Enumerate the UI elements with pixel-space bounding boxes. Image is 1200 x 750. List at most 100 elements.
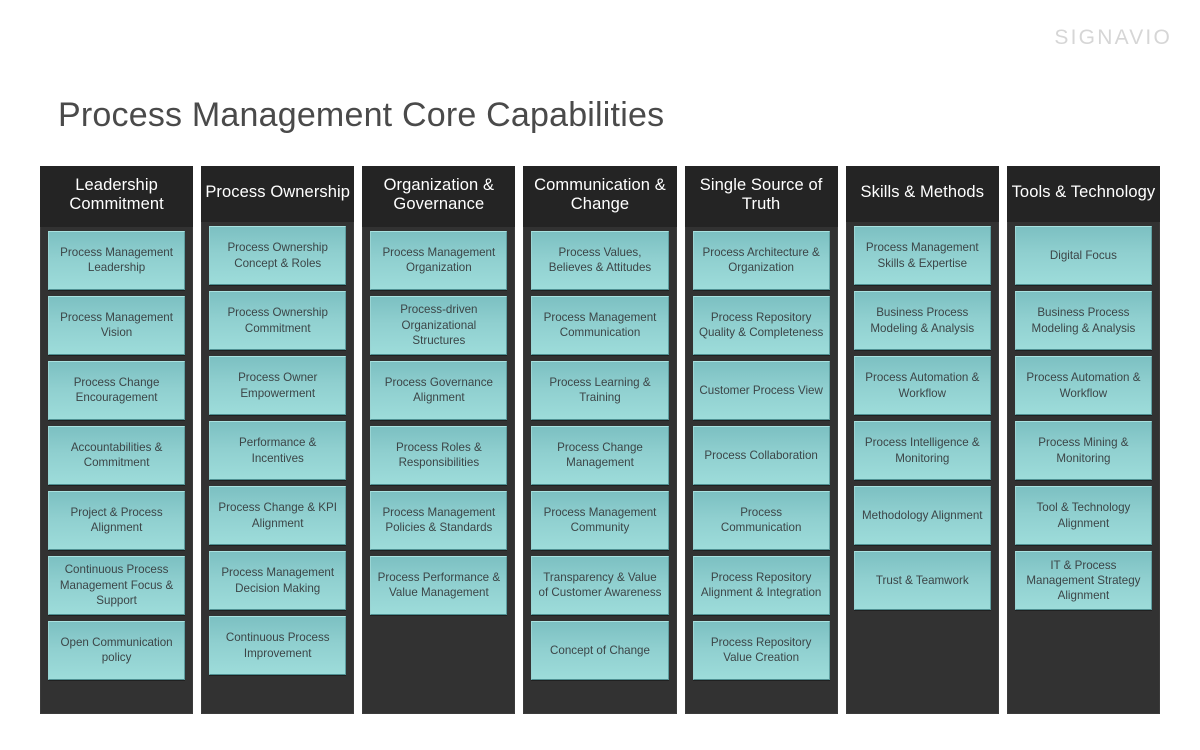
capability-column-body: Process Management Skills & Expertise Bus… [846,222,999,714]
capability-tile[interactable]: Business Process Modeling & Analysis [853,291,991,350]
capability-tile[interactable]: Accountabilities & Commitment [48,425,186,485]
capability-tile-label: Process Architecture & Organization [702,246,820,275]
capability-tile-label: Trust & Teamwork [875,573,969,587]
capability-tile[interactable]: Process Management Skills & Expertise [853,226,991,285]
capability-tile[interactable]: Continuous Process Improvement [209,616,347,675]
capability-tile-label: Tool & Technology Alignment [1036,501,1131,530]
capability-tile[interactable]: Performance & Incentives [209,421,347,480]
capability-tile-label: Project & Process Alignment [70,506,163,535]
capability-tile-label: Digital Focus [1049,248,1117,262]
capability-tile-label: Process-driven Organizational Structures [400,303,478,348]
capability-tile[interactable]: Process Ownership Commitment [209,291,347,350]
capability-column: Leadership Commitment Process Management … [40,166,194,714]
capability-tile[interactable]: Continuous Process Management Focus & Su… [48,555,186,615]
capability-tile-label: Open Communication policy [60,636,173,665]
capability-tile-label: Continuous Process Management Focus & Su… [59,563,174,608]
capability-tile-label: Process Automation & Workflow [865,371,980,400]
capability-tile-label: Process Management Decision Making [221,566,335,595]
capability-tile-label: Concept of Change [550,643,650,657]
capability-tile[interactable]: Process Management Community [531,490,669,550]
capability-tile[interactable]: Process Owner Empowerment [209,356,347,415]
capability-tile-label: Process Collaboration [704,448,818,462]
capability-tile[interactable]: Process Repository Value Creation [692,620,830,680]
capability-tile[interactable]: Process-driven Organizational Structures [370,295,508,355]
capability-tile[interactable]: Process Repository Alignment & Integrati… [692,555,830,615]
capability-tile-label: Process Ownership Commitment [227,306,328,335]
capability-tile-label: Process Change Management [557,441,643,470]
capability-tile-label: Process Management Policies & Standards [382,506,496,535]
capability-column-header: Tools & Technology [1006,166,1160,222]
capability-tile-label: Process Management Skills & Expertise [865,241,979,270]
capability-tile[interactable]: Process Repository Quality & Completenes… [692,295,830,355]
capability-tile[interactable]: Process Communication [692,490,830,550]
capability-tile-label: Performance & Incentives [239,436,317,465]
capability-tile-label: Process Communication [720,506,802,535]
capability-tile[interactable]: Process Change & KPI Alignment [209,486,347,545]
capability-tile[interactable]: Project & Process Alignment [48,490,186,550]
capability-tile[interactable]: Process Intelligence & Monitoring [853,421,991,480]
capability-column-header: Leadership Commitment [40,166,194,227]
capability-column-body: Digital Focus Business Process Modeling &… [1007,222,1160,714]
capability-tile[interactable]: Digital Focus [1014,226,1152,285]
capability-tile[interactable]: Process Management Leadership [48,230,186,290]
capability-tile[interactable]: Process Mining & Monitoring [1014,421,1152,480]
capability-tile[interactable]: Business Process Modeling & Analysis [1014,291,1152,350]
capability-column-header: Organization & Governance [362,166,516,227]
capability-column-header: Single Source of Truth [684,166,838,227]
capability-tile-label: Continuous Process Improvement [225,631,330,660]
capability-tile[interactable]: Process Management Communication [531,295,669,355]
capability-tile[interactable]: Process Learning & Training [531,360,669,420]
capability-tile-label: Process Change Encouragement [73,376,160,405]
capability-tile-label: Process Ownership Concept & Roles [227,241,328,270]
capability-tile[interactable]: Process Change Management [531,425,669,485]
capability-column: Communication & Change Process Values, Be… [523,166,677,714]
capability-tile-label: Business Process Modeling & Analysis [870,306,975,335]
capability-tile-label: Business Process Modeling & Analysis [1031,306,1136,335]
capability-tile-label: Process Learning & Training [549,376,651,405]
capability-tile[interactable]: Process Management Organization [370,230,508,290]
capability-tile-label: Process Automation & Workflow [1026,371,1141,400]
capability-tile[interactable]: Process Management Decision Making [209,551,347,610]
capability-tile-label: Process Management Vision [60,311,173,340]
capability-tile[interactable]: Process Performance & Value Management [370,555,508,615]
capability-tile-label: Methodology Alignment [862,508,983,522]
capability-tile-label: Process Intelligence & Monitoring [864,436,980,465]
capability-tile[interactable]: Customer Process View [692,360,830,420]
capability-tile[interactable]: Process Ownership Concept & Roles [209,226,347,285]
capability-tile[interactable]: Process Management Policies & Standards [370,490,508,550]
capability-tile[interactable]: Process Automation & Workflow [853,356,991,415]
capability-column-body: Process Management Organization Process-d… [362,227,515,714]
page-title: Process Management Core Capabilities [58,96,665,134]
capability-tile[interactable]: Methodology Alignment [853,486,991,545]
capabilities-matrix: Leadership Commitment Process Management … [40,166,1160,714]
capability-tile-label: Process Management Communication [543,311,657,340]
capability-tile[interactable]: Process Management Vision [48,295,186,355]
capability-column-body: Process Architecture & Organization Proce… [685,227,838,714]
capability-tile-label: Process Change & KPI Alignment [218,501,337,530]
capability-tile[interactable]: Process Architecture & Organization [692,230,830,290]
capability-tile[interactable]: Trust & Teamwork [853,551,991,610]
capability-tile-label: Process Management Organization [382,246,496,275]
capability-tile[interactable]: Process Automation & Workflow [1014,356,1152,415]
capability-tile-label: Process Repository Value Creation [710,636,812,665]
capability-tile[interactable]: Process Governance Alignment [370,360,508,420]
capability-tile-label: Process Performance & Value Management [377,571,501,600]
capability-tile[interactable]: Process Collaboration [692,425,830,485]
capability-tile-label: Process Management Leadership [60,246,173,275]
capability-column-header: Communication & Change [523,166,677,227]
capability-tile[interactable]: Process Values, Believes & Attitudes [531,230,669,290]
capability-tile[interactable]: Process Change Encouragement [48,360,186,420]
capability-tile-label: Customer Process View [699,383,823,397]
capability-tile-label: Process Repository Quality & Completenes… [698,311,824,340]
capability-column: Skills & Methods Process Management Skill… [845,166,999,714]
capability-tile[interactable]: Tool & Technology Alignment [1014,486,1152,545]
capability-column: Organization & Governance Process Managem… [362,166,516,714]
capability-tile-label: Process Repository Alignment & Integrati… [700,571,822,600]
capability-tile[interactable]: Transparency & Value of Customer Awarene… [531,555,669,615]
capability-tile[interactable]: IT & Process Management Strategy Alignme… [1014,551,1152,610]
capability-column: Tools & Technology Digital Focus Business … [1006,166,1160,714]
capability-column-body: Process Values, Believes & Attitudes Proc… [523,227,676,714]
capability-tile[interactable]: Open Communication policy [48,620,186,680]
capability-tile[interactable]: Concept of Change [531,620,669,680]
capability-tile[interactable]: Process Roles & Responsibilities [370,425,508,485]
